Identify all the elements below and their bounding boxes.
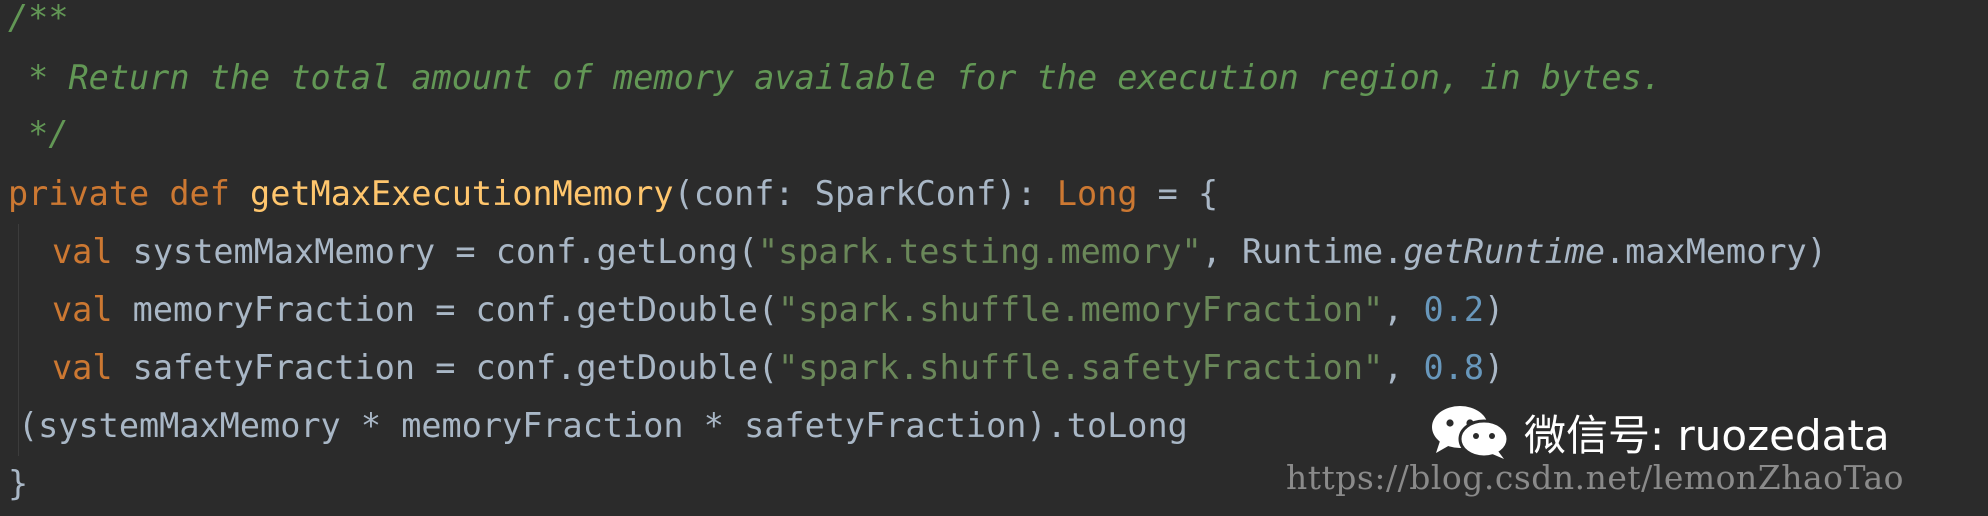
comment-close-line: */ [8,114,69,153]
keyword-val: val [52,348,113,387]
source-url: https://blog.csdn.net/lemonZhaoTao [1286,458,1905,497]
method-declaration-line: private def getMaxExecutionMemory(conf: … [8,166,1218,222]
code-line-system-max-memory: val systemMaxMemory = conf.getLong("spar… [52,224,1827,280]
code-text: memoryFraction = conf.getDouble( [112,290,779,329]
code-text: ) [1484,290,1505,329]
code-text: .maxMemory) [1605,232,1827,271]
italic-method: getRuntime [1403,232,1606,271]
string-literal: "spark.shuffle.memoryFraction" [778,290,1384,329]
number-literal: 0.2 [1423,290,1485,329]
keyword-val: val [52,290,113,329]
code-text: , Runtime. [1201,232,1404,271]
code-text: , [1383,290,1424,329]
wechat-id-label: 微信号: ruozedata [1524,410,1890,460]
keyword-def: def [169,174,230,213]
code-line-memory-fraction: val memoryFraction = conf.getDouble("spa… [52,282,1504,338]
wechat-watermark: 微信号: ruozedata [1426,402,1890,462]
keyword-private: private [8,174,150,213]
function-name: getMaxExecutionMemory [250,174,674,213]
number-literal: 0.8 [1423,348,1485,387]
code-line-safety-fraction: val safetyFraction = conf.getDouble("spa… [52,340,1504,396]
wechat-icon [1432,406,1510,459]
closing-brace-line: } [8,464,29,503]
code-text: ) [1484,348,1505,387]
code-text: systemMaxMemory = conf.getLong( [112,232,758,271]
code-text: , [1383,348,1424,387]
declaration-tail: = { [1137,174,1219,213]
string-literal: "spark.testing.memory" [757,232,1202,271]
code-line-return-expression: (systemMaxMemory * memoryFraction * safe… [18,406,1188,445]
comment-body-line: * Return the total amount of memory avai… [8,58,1662,97]
code-text: safetyFraction = conf.getDouble( [112,348,779,387]
keyword-val: val [52,232,113,271]
string-literal: "spark.shuffle.safetyFraction" [778,348,1384,387]
function-params: (conf: SparkConf): [673,174,1057,213]
comment-open-line: /** [8,0,69,37]
return-type: Long [1056,174,1138,213]
